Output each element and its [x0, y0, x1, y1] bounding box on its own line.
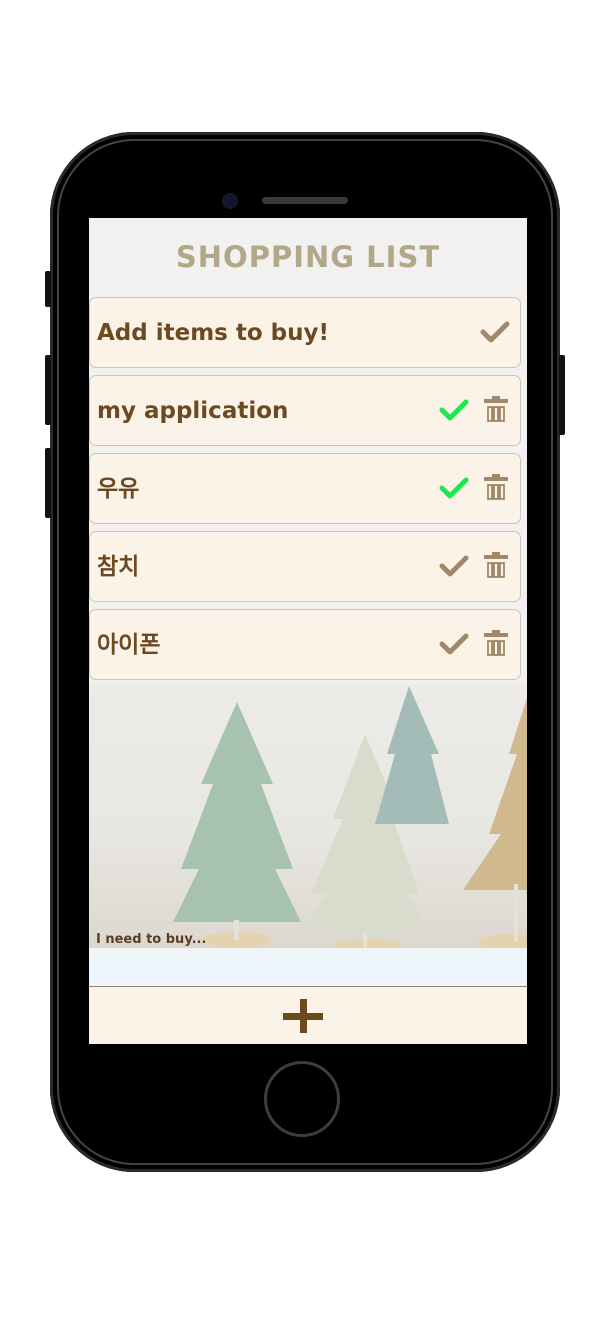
input-label: I need to buy...	[96, 932, 207, 947]
trash-icon[interactable]	[484, 474, 508, 502]
shopping-list: Add items to buy! my application 우유참치아이폰	[89, 297, 521, 687]
front-camera	[224, 195, 236, 207]
list-item[interactable]: my application	[89, 375, 521, 446]
list-item[interactable]: 참치	[89, 531, 521, 602]
item-label: 참치	[97, 554, 140, 580]
volume-up-button	[45, 355, 51, 425]
app-screen: SHOPPING LIST Add items to buy! my applic…	[89, 218, 527, 1044]
list-item[interactable]: Add items to buy!	[89, 297, 521, 368]
item-label: my application	[97, 398, 289, 424]
earpiece-speaker	[262, 197, 348, 204]
item-label: 아이폰	[97, 632, 161, 658]
add-bar	[89, 987, 527, 1044]
list-item[interactable]: 아이폰	[89, 609, 521, 680]
check-icon[interactable]	[439, 632, 469, 656]
app-title: SHOPPING LIST	[175, 240, 441, 274]
check-icon[interactable]	[439, 476, 469, 500]
plus-icon[interactable]	[283, 999, 323, 1033]
trash-icon[interactable]	[484, 396, 508, 424]
background-image	[89, 684, 527, 948]
check-icon[interactable]	[439, 554, 469, 578]
item-input[interactable]	[89, 949, 527, 987]
trash-icon[interactable]	[484, 552, 508, 580]
item-label: Add items to buy!	[97, 320, 329, 346]
mute-switch	[45, 271, 51, 307]
check-icon[interactable]	[439, 398, 469, 422]
home-button[interactable]	[264, 1061, 340, 1137]
item-label: 우유	[97, 476, 140, 502]
trash-icon[interactable]	[484, 630, 508, 658]
list-item[interactable]: 우유	[89, 453, 521, 524]
volume-down-button	[45, 448, 51, 518]
check-icon[interactable]	[480, 320, 510, 344]
power-button	[559, 355, 565, 435]
